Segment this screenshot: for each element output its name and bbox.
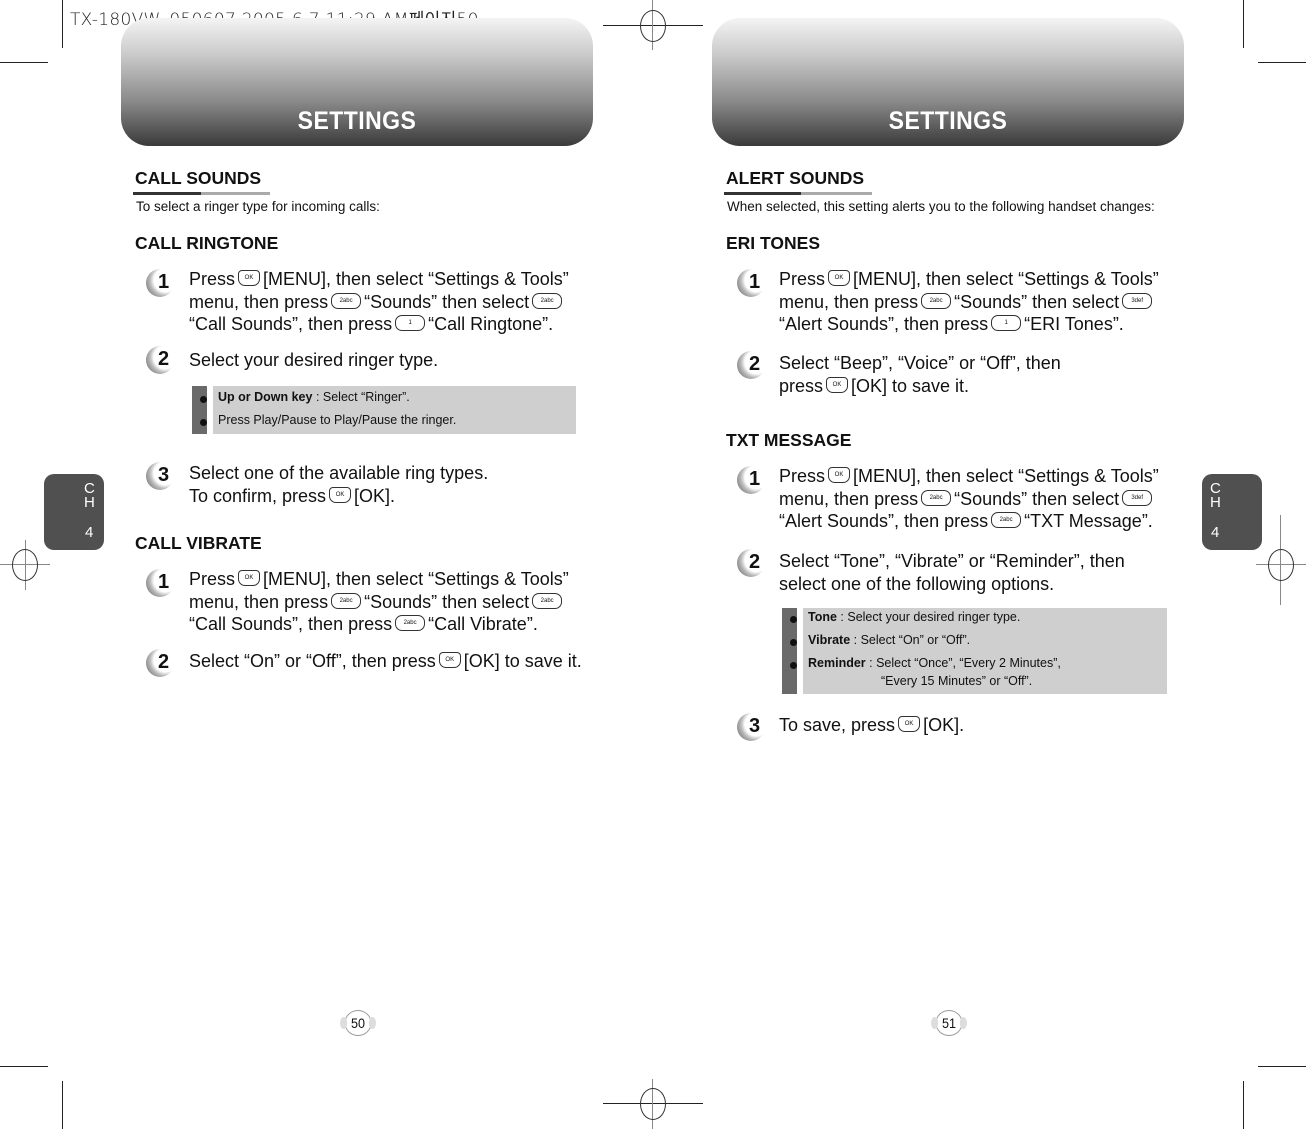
note-item: Up or Down key : Select “Ringer”. bbox=[200, 390, 410, 404]
number-key-icon: 2abc bbox=[532, 592, 563, 609]
note-item: Tone : Select your desired ringer type. bbox=[790, 610, 1020, 624]
number-key-icon: 2abc bbox=[331, 292, 362, 309]
note-box: Tone : Select your desired ringer type. … bbox=[782, 608, 1167, 694]
step-number-badge: 1 bbox=[146, 569, 176, 599]
registration-mark bbox=[1268, 549, 1294, 581]
number-key-icon: 3def bbox=[1122, 292, 1153, 309]
subsection-title: CALL VIBRATE bbox=[135, 533, 262, 553]
number-key-icon: 3def bbox=[1122, 489, 1153, 506]
step-number-badge: 2 bbox=[146, 346, 176, 376]
ok-key-icon: OK bbox=[238, 270, 261, 287]
page-header-left: SETTINGS bbox=[121, 18, 593, 146]
number-key-icon: 2abc bbox=[532, 292, 563, 309]
ok-key-icon: OK bbox=[826, 376, 849, 393]
ok-key-icon: OK bbox=[238, 570, 261, 587]
section-intro: To select a ringer type for incoming cal… bbox=[136, 199, 380, 214]
chapter-tab: C H 4 bbox=[1202, 474, 1262, 550]
page-header-right: SETTINGS bbox=[712, 18, 1184, 146]
page-number: 50 bbox=[340, 1010, 376, 1036]
chapter-tab: C H 4 bbox=[44, 474, 104, 550]
note-item: Reminder : Select “Once”, “Every 2 Minut… bbox=[790, 656, 1061, 670]
step-number-badge: 1 bbox=[146, 269, 176, 299]
step-text: To save, press OK [OK]. bbox=[779, 715, 965, 735]
step-text: Select your desired ringer type. bbox=[189, 350, 439, 370]
step-number-badge: 3 bbox=[146, 462, 176, 492]
registration-mark bbox=[12, 549, 38, 581]
note-item: Vibrate : Select “On” or “Off”. bbox=[790, 633, 970, 647]
crop-mark bbox=[1243, 0, 1244, 48]
note-box: Up or Down key : Select “Ringer”. Press … bbox=[192, 386, 576, 434]
step-number-badge: 2 bbox=[737, 351, 767, 381]
subsection-title: ERI TONES bbox=[726, 233, 821, 253]
section-underline bbox=[724, 192, 872, 195]
step-text: Press OK [MENU], then select “Settings & T… bbox=[189, 569, 569, 634]
step-text: Press OK [MENU], then select “Settings & T… bbox=[189, 269, 569, 334]
page-title: SETTINGS bbox=[297, 107, 417, 135]
section-title: CALL SOUNDS bbox=[135, 168, 262, 188]
section-title: ALERT SOUNDS bbox=[726, 168, 865, 188]
step-number-badge: 3 bbox=[737, 713, 767, 743]
number-key-icon: 2abc bbox=[331, 592, 362, 609]
ok-key-icon: OK bbox=[438, 652, 461, 669]
crop-mark bbox=[62, 0, 63, 48]
crop-mark bbox=[1258, 1066, 1306, 1067]
crop-mark bbox=[1243, 1081, 1244, 1129]
number-key-icon: 1 bbox=[991, 315, 1022, 332]
number-key-icon: 1 bbox=[395, 315, 426, 332]
crop-mark bbox=[62, 1081, 63, 1129]
step-text: Select “Tone”, “Vibrate” or “Reminder”, … bbox=[779, 551, 1125, 594]
step-text: Press OK [MENU], then select “Settings & T… bbox=[779, 269, 1159, 334]
ok-key-icon: OK bbox=[329, 486, 352, 503]
ok-key-icon: OK bbox=[828, 467, 851, 484]
subsection-title: TXT MESSAGE bbox=[726, 430, 852, 450]
step-number-badge: 2 bbox=[146, 649, 176, 679]
section-underline bbox=[133, 192, 270, 195]
number-key-icon: 2abc bbox=[921, 489, 952, 506]
crop-mark bbox=[0, 62, 48, 63]
note-item: Press Play/Pause to Play/Pause the ringe… bbox=[200, 413, 456, 427]
crop-mark bbox=[0, 1066, 48, 1067]
ok-key-icon: OK bbox=[898, 716, 921, 733]
page-title: SETTINGS bbox=[888, 107, 1008, 135]
step-text: Select one of the available ring types. … bbox=[189, 463, 489, 506]
section-intro: When selected, this setting alerts you t… bbox=[727, 199, 1155, 214]
note-item-continued: “Every 15 Minutes” or “Off”. bbox=[881, 674, 1033, 688]
number-key-icon: 2abc bbox=[991, 512, 1022, 529]
crop-mark bbox=[1258, 62, 1306, 63]
number-key-icon: 2abc bbox=[921, 292, 952, 309]
step-number-badge: 2 bbox=[737, 549, 767, 579]
step-number-badge: 1 bbox=[737, 466, 767, 496]
step-number-badge: 1 bbox=[737, 269, 767, 299]
registration-mark bbox=[640, 1088, 666, 1120]
page-number: 51 bbox=[931, 1010, 967, 1036]
registration-mark bbox=[640, 10, 666, 42]
number-key-icon: 2abc bbox=[395, 615, 426, 632]
step-text: Select “On” or “Off”, then press OK [OK] t… bbox=[189, 651, 582, 671]
ok-key-icon: OK bbox=[828, 270, 851, 287]
subsection-title: CALL RINGTONE bbox=[135, 233, 279, 253]
step-text: Select “Beep”, “Voice” or “Off”, then pr… bbox=[779, 353, 1061, 396]
step-text: Press OK [MENU], then select “Settings & T… bbox=[779, 466, 1159, 531]
